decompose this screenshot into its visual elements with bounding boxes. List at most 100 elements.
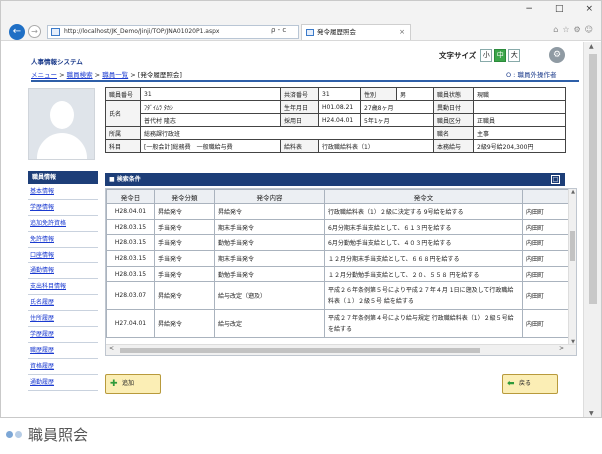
operator-label: O : 職員外操作者	[506, 71, 557, 79]
page-scroll-up-icon[interactable]: ▲	[589, 43, 594, 50]
maximize-button[interactable]: □	[555, 4, 564, 14]
scroll-up-arrow-icon[interactable]: ▲	[569, 189, 576, 195]
app-settings-gear-icon[interactable]: ⚙	[549, 47, 565, 63]
cell-content: 期末手当発令	[214, 250, 325, 267]
breadcrumb-list-link[interactable]: 職員一覧	[102, 71, 128, 79]
side-menu: 職員情報 基本情報 学歴情報 追加免許資格 免許情報 口座情報 通勤情報 支出科…	[28, 171, 98, 391]
label-hire: 採用日	[280, 113, 319, 127]
browser-toolbar: ⌂ ☆ ⚙ ☺	[553, 25, 593, 34]
page-scroll-down-icon[interactable]: ▼	[589, 410, 594, 417]
cell-content: 勤勉手当発令	[214, 265, 325, 283]
side-menu-item[interactable]: 学歴情報	[28, 200, 98, 216]
cell-text: １２月分勤勉手当支給として、２０、５５８ 円を給する	[324, 265, 523, 283]
cell-date: H28.03.15	[106, 265, 155, 283]
value-salary-table: 行政職給料表（1）	[318, 139, 434, 153]
cell-text: 6月分勤勉手当支給として、４０３円を給する	[324, 234, 523, 252]
value-age: 27歳8ヶ月	[360, 100, 434, 114]
side-menu-item[interactable]: 通勤履歴	[28, 375, 98, 391]
label-gender: 性別	[360, 87, 397, 101]
grid-hscroll-thumb[interactable]	[120, 348, 480, 353]
label-current-salary: 本務給与	[433, 139, 474, 153]
silhouette-head	[50, 101, 74, 129]
caption-dot-icon	[15, 431, 22, 438]
address-buttons[interactable]: ρ - c	[271, 26, 286, 34]
add-button[interactable]: ✚ 追加	[105, 374, 161, 394]
label-post: 職名	[433, 126, 474, 140]
url-text: http://localhost/JK_Demo/Jinji/TOP/JNA01…	[64, 28, 220, 35]
cell-text: 平成２６年条例第５号により平成２７年４月 1日に遡及して行政職給料表（１）２級５…	[324, 281, 523, 311]
side-menu-item[interactable]: 支出科目情報	[28, 279, 98, 296]
page-scroll-thumb[interactable]	[589, 54, 597, 304]
search-condition-bar[interactable]: ■ 検索条件 □	[105, 173, 565, 186]
scroll-left-arrow-icon[interactable]: <	[109, 345, 114, 352]
side-menu-item[interactable]: 住所履歴	[28, 311, 98, 328]
back-arrow-icon[interactable]: ←	[9, 24, 25, 40]
settings-gear-icon[interactable]: ⚙	[573, 25, 580, 34]
cell-content: 給与改定	[214, 309, 325, 339]
value-gender: 男	[396, 87, 434, 101]
cell-date: H28.03.15	[106, 250, 155, 267]
favorites-star-icon[interactable]: ☆	[562, 25, 569, 34]
back-button[interactable]: ⬅ 戻る	[502, 374, 558, 394]
font-size-large-button[interactable]: 大	[508, 49, 521, 62]
label-subject: 科目	[105, 139, 141, 153]
value-name-kanji: 普代村 隆志	[140, 113, 281, 127]
forward-arrow-icon[interactable]: →	[28, 25, 41, 38]
home-icon[interactable]: ⌂	[553, 25, 558, 34]
cell-class: 手当発令	[154, 218, 215, 236]
side-menu-item[interactable]: 学歴履歴	[28, 327, 98, 343]
header-divider	[31, 80, 579, 82]
staff-info-table: 職員番号 31 共済番号 31 性別 男 職員状態 現職 氏名 ﾌﾀﾞｲﾑﾗ ﾀ…	[105, 87, 566, 153]
scroll-right-arrow-icon[interactable]: >	[559, 345, 564, 352]
side-menu-item[interactable]: 免許情報	[28, 232, 98, 248]
label-birth: 生年月日	[280, 100, 319, 114]
table-row[interactable]: H28.03.15 手当発令 期末手当発令 6月分期末手当支給として、６１３円を…	[106, 218, 576, 236]
table-row[interactable]: H28.03.07 昇給発令 給与改定（遡及） 平成２６年条例第５号により平成２…	[106, 281, 576, 311]
breadcrumb-menu-link[interactable]: メニュー	[31, 71, 57, 79]
cell-class: 手当発令	[154, 265, 215, 283]
breadcrumb-search-link[interactable]: 職員検索	[67, 71, 93, 79]
grid-vertical-scrollbar[interactable]: ▲ ▼	[568, 189, 576, 345]
breadcrumb-current: [発令履歴照会]	[137, 71, 182, 79]
grid-horizontal-scrollbar[interactable]: < >	[106, 344, 576, 355]
cell-class: 昇給発令	[154, 281, 215, 311]
side-menu-item[interactable]: 追加免許資格	[28, 216, 98, 232]
side-menu-item[interactable]: 口座情報	[28, 248, 98, 264]
table-row[interactable]: H28.03.15 手当発令 勤勉手当発令 6月分勤勉手当支給として、４０３円を…	[106, 234, 576, 252]
side-menu-item[interactable]: 氏名履歴	[28, 295, 98, 312]
side-menu-title: 職員情報	[28, 171, 98, 184]
breadcrumb: メニュー > 職員検索 > 職員一覧 > [発令履歴照会]	[31, 69, 182, 79]
cell-class: 手当発令	[154, 250, 215, 267]
grid-vscroll-thumb[interactable]	[570, 231, 575, 261]
panel-toggle-icon[interactable]: □	[551, 175, 560, 184]
side-menu-item[interactable]: 基本情報	[28, 184, 98, 200]
table-row[interactable]: H28.03.15 手当発令 勤勉手当発令 １２月分勤勉手当支給として、２０、５…	[106, 265, 576, 283]
page-vertical-scrollbar[interactable]: ▲ ▼	[583, 42, 601, 417]
label-dept: 所属	[105, 126, 141, 140]
table-row[interactable]: H28.04.01 昇給発令 昇給発令 行政職給料表（1）２級に決定する 9号給…	[106, 203, 576, 220]
tab-close-icon[interactable]: ×	[399, 25, 405, 40]
side-menu-item[interactable]: 資格履歴	[28, 359, 98, 375]
cell-date: H28.03.15	[106, 218, 155, 236]
table-row[interactable]: H28.03.15 手当発令 期末手当発令 １２月分期末手当支給として、６６８円…	[106, 250, 576, 267]
table-header-row: 発令日 発令分類 発令内容 発令文	[106, 189, 576, 204]
history-grid-container: 発令日 発令分類 発令内容 発令文 H28.04.01 昇給発令 昇給発令 行政…	[105, 188, 577, 356]
side-menu-item[interactable]: 通勤情報	[28, 263, 98, 280]
header-text: 発令文	[324, 189, 523, 204]
address-bar[interactable]: http://localhost/JK_Demo/Jinji/TOP/JNA01…	[47, 25, 299, 39]
close-window-button[interactable]: ×	[585, 4, 593, 14]
label-retire: 異動日付	[433, 100, 474, 114]
value-name-kana: ﾌﾀﾞｲﾑﾗ ﾀｶｼ	[140, 100, 281, 114]
font-size-small-button[interactable]: 小	[480, 49, 493, 62]
browser-tab[interactable]: 発令履歴照会 ×	[301, 24, 411, 40]
smiley-icon[interactable]: ☺	[585, 25, 593, 34]
cell-content: 昇給発令	[214, 203, 325, 220]
table-row[interactable]: H27.04.01 昇給発令 給与改定 平成２７年条例第４号により給与規定 行政…	[106, 309, 576, 339]
label-name: 氏名	[105, 100, 141, 127]
minimize-button[interactable]: −	[525, 4, 533, 14]
value-category: 正職員	[473, 113, 566, 127]
app-header: 人事情報システム メニュー > 職員検索 > 職員一覧 > [発令履歴照会] 文…	[1, 42, 583, 85]
header-class: 発令分類	[154, 189, 215, 204]
side-menu-item[interactable]: 職歴履歴	[28, 343, 98, 359]
font-size-medium-button[interactable]: 中	[494, 49, 507, 62]
